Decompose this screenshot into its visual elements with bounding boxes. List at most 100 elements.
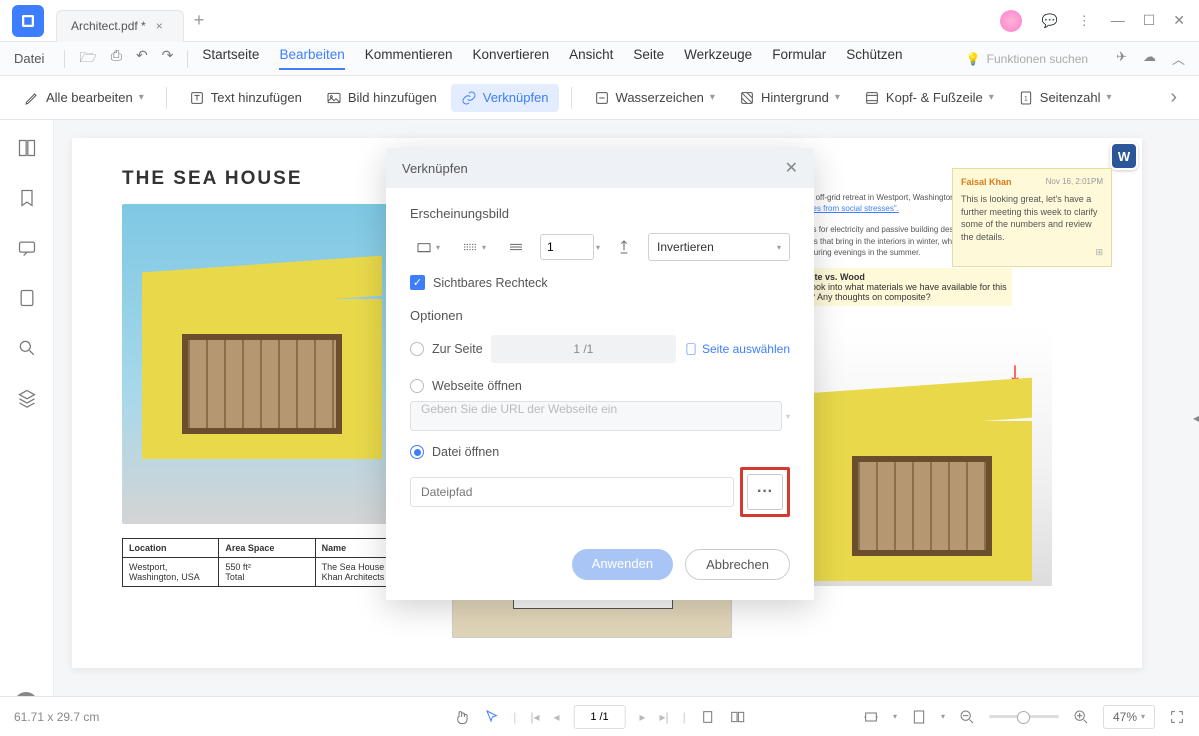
word-export-badge[interactable]: W [1110,142,1138,170]
undo-icon[interactable]: ↶ [136,47,148,71]
info-table: Location Area Space Name Westport,Washin… [122,538,412,587]
line-solid-button[interactable] [502,235,530,259]
link-icon [461,90,477,106]
visible-rect-checkbox[interactable]: ✓ Sichtbares Rechteck [410,275,790,290]
hand-tool-icon[interactable] [453,709,469,725]
header-footer-icon [864,90,880,106]
menubar: Datei 🗁 ⎙ ↶ ↷ Startseite Bearbeiten Komm… [0,42,1199,76]
background-button[interactable]: Hintergrund ▾ [729,84,850,112]
fullscreen-icon[interactable] [1169,709,1185,725]
two-page-icon[interactable] [730,709,746,725]
highlight-callout: ··· [740,467,790,517]
fit-width-icon[interactable] [863,709,879,725]
highlight-style-select[interactable]: Invertieren▾ [648,233,790,261]
titlebar: Architect.pdf * × + 💬 ⋮ — ☐ ✕ [0,0,1199,42]
tab-formular[interactable]: Formular [772,47,826,70]
background-icon [739,90,755,106]
attachments-icon[interactable] [17,288,37,308]
zoom-value[interactable]: 47%▾ [1103,705,1155,729]
ribbon-tabs: Startseite Bearbeiten Kommentieren Konve… [202,47,902,70]
select-tool-icon[interactable] [483,709,499,725]
statusbar: 61.71 x 29.7 cm | |◂ ◂ ▸ ▸| | ▾ ▾ 47%▾ [0,696,1199,736]
tab-werkzeuge[interactable]: Werkzeuge [684,47,752,70]
layers-icon[interactable] [17,388,37,408]
color-picker-button[interactable] [610,235,638,259]
image-icon [326,90,342,106]
file-path-input[interactable] [410,477,734,507]
tab-schutzen[interactable]: Schützen [846,47,902,70]
thumbnails-icon[interactable] [17,138,37,158]
expand-right-panel-icon[interactable]: ◂ [1193,411,1199,425]
appearance-section-label: Erscheinungsbild [410,206,790,221]
maximize-button[interactable]: ☐ [1143,12,1156,29]
chevron-up-icon[interactable]: ︿ [1172,49,1185,68]
last-page-icon[interactable]: ▸| [660,710,669,724]
pencil-icon [24,90,40,106]
watermark-button[interactable]: Wasserzeichen ▾ [584,84,725,112]
search-icon[interactable] [17,338,37,358]
send-icon[interactable]: ✈ [1116,49,1127,68]
link-type-dropdown[interactable]: ▾ [410,235,446,259]
house-illustration-right: 10ft 22ft 8ft 7ft ↓ [772,326,1052,586]
tab-konvertieren[interactable]: Konvertieren [473,47,550,70]
comments-icon[interactable] [17,238,37,258]
line-width-input[interactable] [540,234,594,260]
page-number-button[interactable]: 1 Seitenzahl ▾ [1008,84,1122,112]
tab-startseite[interactable]: Startseite [202,47,259,70]
dialog-close-button[interactable]: ✕ [785,158,798,178]
comment-note[interactable]: Faisal Khan Nov 16, 2:01PM This is looki… [952,168,1112,267]
select-page-link[interactable]: Seite auswählen [684,342,790,356]
radio-open-file[interactable] [410,445,424,459]
single-page-icon[interactable] [700,709,716,725]
close-window-button[interactable]: ✕ [1173,12,1185,29]
zoom-in-icon[interactable] [1073,709,1089,725]
new-tab-button[interactable]: + [194,10,205,31]
page-input[interactable] [574,705,626,729]
link-button[interactable]: Verknüpfen [451,84,559,112]
kebab-menu-icon[interactable]: ⋮ [1078,13,1091,29]
fit-page-icon[interactable] [911,709,927,725]
tab-seite[interactable]: Seite [633,47,664,70]
user-avatar[interactable] [1000,10,1022,32]
header-footer-button[interactable]: Kopf- & Fußzeile ▾ [854,84,1004,112]
tab-bearbeiten[interactable]: Bearbeiten [279,47,344,70]
watermark-icon [594,90,610,106]
prev-page-icon[interactable]: ◂ [553,710,559,724]
house-illustration-left [122,204,402,524]
left-panel: THE SEA HOUSE Location Area Space Name W… [122,168,412,638]
zoom-out-icon[interactable] [959,709,975,725]
chat-icon[interactable]: 💬 [1042,13,1058,29]
next-page-icon[interactable]: ▸ [640,710,646,724]
edit-all-button[interactable]: Alle bearbeiten ▾ [14,84,154,112]
add-image-button[interactable]: Bild hinzufügen [316,84,447,112]
minimize-button[interactable]: — [1111,12,1125,29]
edit-toolbar: Alle bearbeiten ▾ Text hinzufügen Bild h… [0,76,1199,120]
page-dimensions: 61.71 x 29.7 cm [14,710,99,724]
close-tab-icon[interactable]: × [156,19,163,33]
first-page-icon[interactable]: |◂ [530,710,539,724]
tab-ansicht[interactable]: Ansicht [569,47,613,70]
redo-icon[interactable]: ↷ [162,47,174,71]
line-style-dropdown[interactable]: ▾ [456,235,492,259]
zoom-slider[interactable] [989,715,1059,718]
add-text-button[interactable]: Text hinzufügen [179,84,312,112]
tab-kommentieren[interactable]: Kommentieren [365,47,453,70]
apply-button[interactable]: Anwenden [572,549,673,580]
toolbar-scroll-right[interactable]: › [1162,86,1185,109]
bookmarks-icon[interactable] [17,188,37,208]
left-sidebar: ▸ [0,120,54,716]
titlebar-controls: 💬 ⋮ — ☐ ✕ [1000,10,1199,32]
document-tab[interactable]: Architect.pdf * × [56,10,184,42]
print-icon[interactable]: ⎙ [111,47,122,71]
browse-file-button[interactable]: ··· [747,474,783,510]
save-icon[interactable]: 🗁 [79,47,96,71]
radio-open-web[interactable] [410,379,424,393]
cancel-button[interactable]: Abbrechen [685,549,790,580]
cloud-icon[interactable]: ☁ [1143,49,1156,68]
file-menu[interactable]: Datei [14,51,44,66]
tab-label: Architect.pdf * [71,19,146,33]
radio-goto-page[interactable] [410,342,424,356]
url-input: Geben Sie die URL der Webseite ein [410,401,782,431]
dialog-titlebar[interactable]: Verknüpfen ✕ [386,148,814,188]
feature-search[interactable]: 💡 Funktionen suchen [966,52,1088,66]
